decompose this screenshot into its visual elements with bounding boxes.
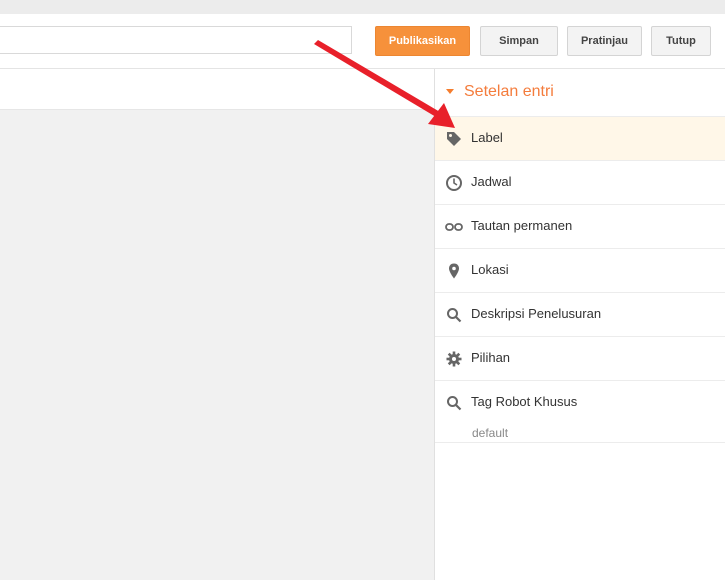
gear-icon	[446, 351, 462, 367]
editor-toolbar	[0, 69, 434, 110]
search-icon	[447, 308, 462, 323]
settings-item-label: Label	[471, 130, 503, 145]
window-top-strip	[0, 0, 725, 14]
settings-item-location[interactable]: Lokasi	[435, 249, 725, 293]
settings-item-label: Tag Robot Khusus	[471, 394, 578, 409]
post-settings-sidebar: Setelan entri Label Jadwal Tautan perman…	[434, 69, 725, 580]
editor-area[interactable]	[0, 69, 434, 580]
post-settings-header[interactable]: Setelan entri	[435, 69, 725, 117]
map-pin-icon	[449, 263, 459, 279]
post-title-input[interactable]	[0, 26, 352, 54]
post-settings-title: Setelan entri	[464, 83, 554, 100]
tag-icon	[447, 132, 461, 146]
close-button[interactable]: Tutup	[651, 26, 711, 56]
settings-item-options[interactable]: Pilihan	[435, 337, 725, 381]
caret-down-icon	[446, 89, 454, 94]
settings-item-schedule[interactable]: Jadwal	[435, 161, 725, 205]
preview-button[interactable]: Pratinjau	[567, 26, 642, 56]
robot-tags-value: default	[472, 426, 509, 440]
settings-item-labels[interactable]: Label	[435, 117, 725, 161]
link-icon	[445, 223, 463, 231]
settings-item-search-description[interactable]: Deskripsi Penelusuran	[435, 293, 725, 337]
settings-item-label: Lokasi	[471, 262, 509, 277]
settings-item-label: Tautan permanen	[471, 218, 573, 233]
settings-item-permalink[interactable]: Tautan permanen	[435, 205, 725, 249]
search-icon	[447, 396, 462, 411]
editor-header: Publikasikan Simpan Pratinjau Tutup	[0, 14, 725, 69]
settings-item-custom-robot-tags[interactable]: Tag Robot Khusus default	[435, 381, 725, 443]
settings-item-label: Jadwal	[471, 174, 512, 189]
settings-item-label: Pilihan	[471, 350, 511, 365]
publish-button[interactable]: Publikasikan	[375, 26, 470, 56]
clock-icon	[446, 175, 462, 191]
settings-item-label: Deskripsi Penelusuran	[471, 306, 602, 321]
save-button[interactable]: Simpan	[480, 26, 558, 56]
